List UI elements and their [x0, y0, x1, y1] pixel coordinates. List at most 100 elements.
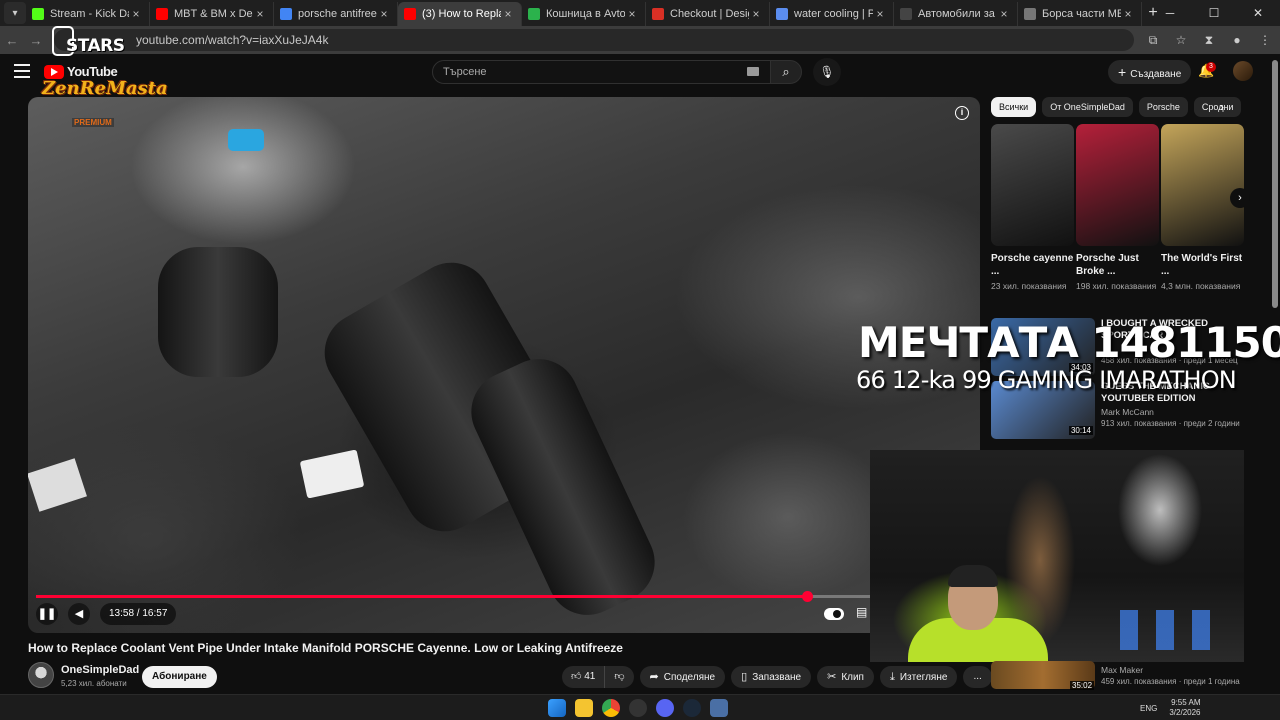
- filter-chip[interactable]: От OneSimpleDad: [1042, 97, 1133, 117]
- tab-search-menu[interactable]: ▾: [4, 2, 26, 24]
- shorts-next-arrow-icon[interactable]: ›: [1230, 188, 1250, 208]
- recommended-channel[interactable]: Mark McCann: [1101, 407, 1154, 417]
- browser-tab[interactable]: (3) How to Replace×: [398, 2, 522, 26]
- video-progress-bar[interactable]: [36, 591, 972, 602]
- url-field[interactable]: youtube.com/watch?v=iaxXuJeJA4k: [54, 29, 1134, 51]
- like-button[interactable]: 👍︎ 41: [562, 666, 606, 688]
- autoplay-toggle[interactable]: [824, 608, 844, 620]
- short-thumbnail[interactable]: [1161, 124, 1244, 246]
- back-button[interactable]: ←: [0, 33, 24, 48]
- share-icon: ➦: [649, 671, 659, 683]
- filter-chip[interactable]: Porsche: [1138, 97, 1188, 117]
- steam-icon[interactable]: [683, 699, 701, 717]
- browser-tab[interactable]: porsche antifreeze break×: [274, 2, 398, 26]
- info-icon[interactable]: i: [955, 106, 969, 120]
- tab-close-icon[interactable]: ×: [873, 7, 887, 21]
- short-card[interactable]: The World's First ... 4,3 млн. показвания: [1161, 124, 1244, 292]
- youtube-logo[interactable]: YouTube: [44, 64, 118, 79]
- engine-throttle-body: [158, 247, 278, 377]
- profile-icon[interactable]: ●: [1228, 33, 1246, 48]
- browser-menu-icon[interactable]: ⋮: [1256, 33, 1274, 48]
- bookmark-star-icon[interactable]: ☆: [1172, 33, 1190, 48]
- address-bar-row: ← → youtube.com/watch?v=iaxXuJeJA4k ⧉ ☆ …: [0, 26, 1280, 54]
- short-thumbnail[interactable]: [1076, 124, 1159, 246]
- pause-button[interactable]: ❚❚: [36, 603, 58, 625]
- extensions-icon[interactable]: ⧗: [1200, 33, 1218, 48]
- video-actions: 👍︎ 41 👎︎ ➦ Споделяне ▯ Запазване ✂ Клип ⤓ Из…: [562, 666, 998, 688]
- download-label: Изтегляне: [899, 672, 948, 683]
- browser-tab[interactable]: water cooling | Porsche×: [770, 2, 894, 26]
- maximize-button[interactable]: ☐: [1192, 0, 1236, 26]
- file-explorer-icon[interactable]: [575, 699, 593, 717]
- more-actions-button[interactable]: ...: [963, 666, 992, 688]
- tab-close-icon[interactable]: ×: [501, 7, 515, 21]
- chips-next-arrow-icon[interactable]: ›: [1220, 100, 1224, 114]
- short-thumbnail[interactable]: [991, 124, 1074, 246]
- save-button[interactable]: ▯ Запазване: [731, 666, 812, 688]
- channel-name[interactable]: OneSimpleDad: [61, 664, 139, 676]
- recommended-views: 459 хил. показвания · преди 1 година: [1101, 677, 1240, 686]
- create-label: Създаване: [1130, 69, 1182, 80]
- language-indicator[interactable]: ENG: [1140, 704, 1157, 713]
- cast-icon[interactable]: ⧉: [1144, 33, 1162, 48]
- chrome-icon[interactable]: [602, 699, 620, 717]
- account-avatar[interactable]: [1233, 61, 1253, 81]
- tab-favicon-icon: [900, 8, 912, 20]
- dislike-button[interactable]: 👎︎: [605, 666, 633, 688]
- forward-button[interactable]: →: [24, 33, 48, 48]
- tab-close-icon[interactable]: ×: [129, 7, 143, 21]
- recommended-views: 913 хил. показвания · преди 2 години: [1101, 419, 1240, 428]
- video-player[interactable]: i ❚❚ ◀ 13:58 / 16:57 ▤: [28, 97, 980, 633]
- tab-close-icon[interactable]: ×: [749, 7, 763, 21]
- tab-close-icon[interactable]: ×: [1121, 7, 1135, 21]
- short-title[interactable]: Porsche cayenne ...: [991, 252, 1074, 280]
- filter-chips: Всички От OneSimpleDad Porsche Сродни: [991, 97, 1241, 117]
- menu-icon[interactable]: [14, 64, 30, 78]
- download-button[interactable]: ⤓ Изтегляне: [879, 666, 958, 688]
- browser-tab[interactable]: Автомобили за Porsche F×: [894, 2, 1018, 26]
- window-controls: ─ ☐ ✕: [1148, 0, 1280, 26]
- microphone-icon[interactable]: 🎙: [813, 58, 841, 86]
- tab-favicon-icon: [652, 8, 664, 20]
- browser-tab[interactable]: Кошница в Avtochastio×: [522, 2, 646, 26]
- share-button[interactable]: ➦ Споделяне: [639, 666, 726, 688]
- time-display: 13:58 / 16:57: [100, 603, 177, 625]
- browser-tab[interactable]: Борса части MEGAPAR×: [1018, 2, 1142, 26]
- tab-favicon-icon: [32, 8, 44, 20]
- browser-tab[interactable]: Checkout | Design 911×: [646, 2, 770, 26]
- tab-close-icon[interactable]: ×: [253, 7, 267, 21]
- subscribe-button[interactable]: Абониране: [142, 666, 217, 688]
- create-button[interactable]: + Създаване: [1108, 60, 1192, 84]
- channel-avatar[interactable]: [28, 662, 54, 688]
- tab-close-icon[interactable]: ×: [997, 7, 1011, 21]
- clip-button[interactable]: ✂ Клип: [817, 666, 874, 688]
- minimize-button[interactable]: ─: [1148, 0, 1192, 26]
- url-text: youtube.com/watch?v=iaxXuJeJA4k: [136, 33, 329, 47]
- search-button[interactable]: ⌕: [770, 60, 802, 84]
- windows-start-icon[interactable]: [548, 699, 566, 717]
- page-scrollbar[interactable]: [1272, 60, 1278, 308]
- browser-tab[interactable]: Stream - Kick Dashboard×: [26, 2, 150, 26]
- tab-close-icon[interactable]: ×: [625, 7, 639, 21]
- thumbs-up-icon: 👍︎: [571, 671, 585, 682]
- short-title[interactable]: Porsche Just Broke ...: [1076, 252, 1159, 280]
- browser-tab[interactable]: MBT & BM x Denkata &×: [150, 2, 274, 26]
- filter-chip[interactable]: Всички: [991, 97, 1037, 117]
- short-card[interactable]: Porsche Just Broke ... 198 хил. показвани…: [1076, 124, 1159, 292]
- video-scrubber-handle[interactable]: [802, 591, 814, 602]
- obs-icon[interactable]: [629, 699, 647, 717]
- recommended-channel[interactable]: Max Maker: [1101, 665, 1143, 675]
- zenremasta-sub-logo: PREMIUM: [72, 118, 114, 127]
- keyboard-icon[interactable]: [747, 67, 759, 76]
- short-title[interactable]: The World's First ...: [1161, 252, 1244, 280]
- filter-chip[interactable]: Сродни: [1193, 97, 1241, 117]
- clock[interactable]: 9:55 AM 3/2/2026: [1169, 698, 1200, 718]
- recommended-video-bottom[interactable]: 35:02 Max Maker 459 хил. показвания · пр…: [991, 661, 1251, 691]
- volume-icon[interactable]: ◀: [68, 603, 90, 625]
- discord-icon[interactable]: [656, 699, 674, 717]
- search-input[interactable]: Търсене: [432, 60, 772, 84]
- calculator-icon[interactable]: [710, 699, 728, 717]
- tab-close-icon[interactable]: ×: [377, 7, 391, 21]
- close-window-button[interactable]: ✕: [1236, 0, 1280, 26]
- short-card[interactable]: Porsche cayenne ... 23 хил. показвания: [991, 124, 1074, 292]
